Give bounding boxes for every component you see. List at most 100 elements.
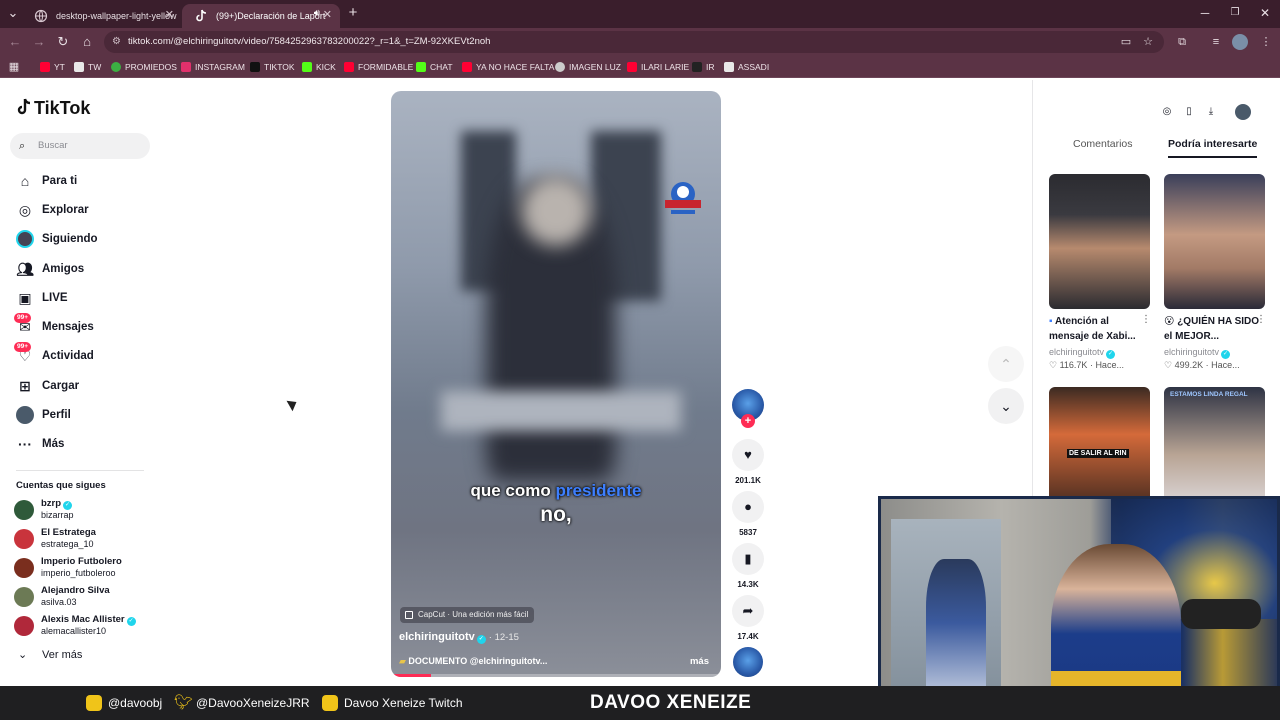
browser-tab-active[interactable]: (99+)Declaración de Laport 🔊︎ ✕ (182, 4, 340, 28)
nav-mas[interactable]: ··· Más (16, 434, 156, 454)
nav-mensajes[interactable]: ✉ 99+ Mensajes (14, 313, 156, 337)
capcut-label: CapCut · Una edición más fácil (418, 610, 529, 619)
bookmark-ir[interactable]: IR (692, 60, 715, 74)
video-table (441, 391, 681, 431)
avatar (14, 616, 34, 636)
card-title[interactable]: ▪ Atención al mensaje de Xabi... (1049, 314, 1147, 344)
close-tab-icon[interactable]: ✕ (165, 8, 174, 21)
bookmark-ya-no-hace-falta[interactable]: YA NO HACE FALTA (462, 60, 554, 74)
nav-actividad[interactable]: ♡ 99+ Actividad (14, 342, 156, 366)
video-author[interactable]: elchiringuitotv ✓ · 12-15 (399, 631, 519, 644)
bookmark-label: INSTAGRAM (195, 62, 245, 72)
streamer-brand: DAVOO XENEIZE (590, 692, 752, 713)
bookmark-label: FORMIDABLE (358, 62, 414, 72)
card-stats: ♡ 116.7K · Hace... (1049, 360, 1124, 370)
video-caption: que como presidente (470, 481, 642, 500)
restore-icon[interactable]: ❐ (1220, 4, 1250, 22)
bookmark-yt[interactable]: YT (40, 60, 65, 74)
follow-plus-icon[interactable]: + (741, 414, 755, 428)
cast-icon[interactable]: ▭ (1118, 34, 1134, 50)
speaker-icon[interactable]: 🔊︎ (314, 8, 320, 19)
forward-icon[interactable]: → (30, 33, 48, 51)
video-player[interactable]: que como presidente no, CapCut · Una edi… (391, 91, 721, 677)
tab-search-icon[interactable]: ⌄ (4, 4, 22, 22)
profile-avatar-icon[interactable] (1232, 34, 1248, 50)
nav-perfil[interactable]: Perfil (16, 405, 156, 425)
nav-para-ti[interactable]: ⌂ Para ti (16, 171, 156, 191)
next-video-button[interactable]: ⌄ (988, 388, 1024, 424)
search-input[interactable]: ⌕ Buscar (10, 133, 150, 159)
extensions-icon[interactable]: ⧉ (1174, 34, 1190, 50)
bookmark-tw[interactable]: TW (74, 60, 101, 74)
microphone (1181, 599, 1261, 629)
avatar[interactable] (1235, 104, 1251, 120)
site-info-icon[interactable]: ⚙ (112, 31, 121, 53)
music-disc-icon[interactable] (733, 647, 763, 677)
video-thumbnail[interactable] (1164, 174, 1265, 309)
nav-cargar[interactable]: ⊞ Cargar (16, 376, 156, 396)
menu-icon[interactable]: ⋮ (1258, 34, 1274, 50)
new-tab-icon[interactable]: + (344, 4, 362, 22)
following-account[interactable]: Alexis Mac Allister ✓ alemacallister10 (14, 612, 154, 640)
bookmark-assadi[interactable]: ASSADI (724, 60, 769, 74)
tab-podria-interesarte[interactable]: Podría interesarte (1168, 138, 1258, 158)
card-title[interactable]: 😮 ¿QUIÉN HA SIDO el MEJOR... (1164, 314, 1262, 344)
nav-siguiendo[interactable]: Siguiendo (16, 229, 156, 249)
following-account[interactable]: Imperio Futbolero imperio_futboleroo (14, 554, 154, 582)
more-button[interactable]: más (690, 656, 709, 667)
card-author[interactable]: elchiringuitotv ✓ (1049, 347, 1116, 359)
home-icon[interactable]: ⌂ (78, 33, 96, 51)
tab-comentarios[interactable]: Comentarios (1073, 138, 1133, 150)
address-bar[interactable]: ⚙ tiktok.com/@elchiringuitotv/video/7584… (104, 31, 1164, 53)
previous-video-button[interactable]: ⌃ (988, 346, 1024, 382)
tiktok-icon (196, 9, 207, 22)
close-tab-icon[interactable]: ✕ (323, 8, 332, 21)
following-account[interactable]: bzrp ✓ bizarrap (14, 496, 154, 524)
bookmark-formidable[interactable]: FORMIDABLE (344, 60, 413, 74)
bookmark-instagram[interactable]: INSTAGRAM (181, 60, 245, 74)
apps-grid-icon[interactable]: ▦ (6, 59, 22, 75)
media-icon[interactable]: ≡ (1208, 34, 1224, 50)
browser-tab[interactable]: desktop-wallpaper-light-yellow ✕ (22, 4, 182, 28)
minimize-icon[interactable]: ─ (1190, 4, 1220, 22)
verified-icon: ✓ (126, 617, 136, 626)
card-author[interactable]: elchiringuitotv ✓ (1164, 347, 1231, 359)
reload-icon[interactable]: ↻ (54, 33, 72, 51)
search-placeholder: Buscar (38, 140, 68, 151)
save-button[interactable]: ▮ 14.3K (732, 543, 764, 589)
comment-button[interactable]: ● 5837 (732, 491, 764, 537)
friends-icon: 👥︎ (16, 261, 34, 277)
capcut-icon (405, 611, 413, 619)
bookmark-star-icon[interactable]: ☆ (1140, 34, 1156, 50)
phone-icon[interactable]: ▯ (1181, 104, 1197, 120)
more-options-icon[interactable]: ⋮ (1256, 314, 1266, 325)
compass-icon[interactable]: ◎ (1159, 104, 1175, 120)
comment-count: 5837 (739, 528, 757, 537)
tiktok-logo[interactable]: TikTok (16, 98, 90, 119)
like-button[interactable]: ♥ 201.1K (732, 439, 764, 485)
nav-live[interactable]: ▣ LIVE (16, 288, 156, 308)
bookmark-ilari-larie[interactable]: ILARI LARIE (627, 60, 689, 74)
close-window-icon[interactable]: ✕ (1250, 4, 1280, 22)
bookmark-promiedos[interactable]: PROMIEDOS (111, 60, 177, 74)
browser-toolbar: ← → ↻ ⌂ ⚙ tiktok.com/@elchiringuitotv/vi… (0, 28, 1280, 56)
see-more-button[interactable]: ⌄ Ver más (18, 649, 82, 661)
download-icon[interactable]: ⤓ (1203, 104, 1219, 120)
bookmark-tiktok[interactable]: TIKTOK (250, 60, 295, 74)
bookmark-kick[interactable]: KICK (302, 60, 336, 74)
bookmark-label: TW (88, 62, 102, 72)
youtube-icon (40, 62, 50, 72)
bookmark-chat[interactable]: CHAT (416, 60, 453, 74)
more-options-icon[interactable]: ⋮ (1141, 314, 1151, 325)
share-button[interactable]: ➦ 17.4K (732, 595, 764, 641)
video-progress[interactable] (391, 674, 721, 677)
bookmark-imagen-luz[interactable]: IMAGEN LUZ (555, 60, 621, 74)
capcut-tag[interactable]: CapCut · Una edición más fácil (400, 607, 535, 623)
following-account[interactable]: Alejandro Silva asilva.03 (14, 583, 154, 611)
nav-explorar[interactable]: ◎ Explorar (16, 200, 156, 220)
back-icon[interactable]: ← (6, 33, 24, 51)
following-account[interactable]: El Estratega estratega_10 (14, 525, 154, 553)
nav-amigos[interactable]: 👥︎ Amigos (16, 259, 156, 279)
share-count: 17.4K (737, 632, 759, 641)
video-thumbnail[interactable] (1049, 174, 1150, 309)
